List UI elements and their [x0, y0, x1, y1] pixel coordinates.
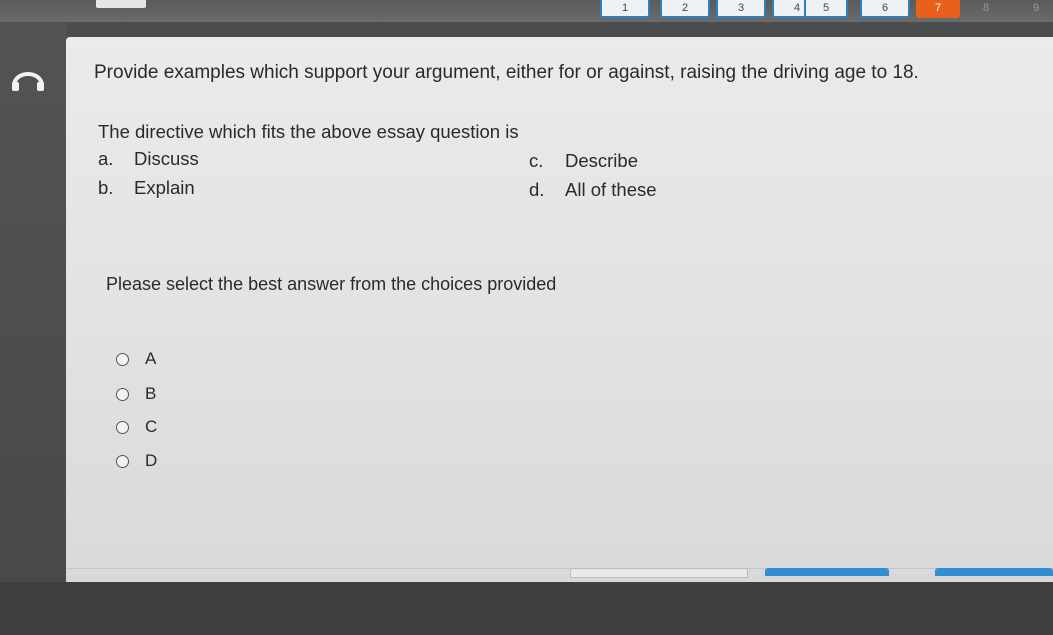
footer-button-next[interactable]	[935, 568, 1053, 576]
option-letter: a.	[98, 148, 114, 169]
option-letter: b.	[98, 177, 114, 198]
left-sidebar	[0, 22, 66, 582]
question-navigation-bar: 1 2 3 4 5 6 7 8 9	[0, 0, 1053, 22]
choice-label: A	[145, 349, 157, 368]
question-tab-9[interactable]: 9	[1018, 0, 1053, 18]
radio-button[interactable]	[116, 454, 129, 468]
option-text: All of these	[565, 179, 657, 200]
answer-choice-a[interactable]: A	[116, 348, 156, 370]
answer-choice-d[interactable]: D	[116, 450, 157, 472]
option-letter: c.	[529, 150, 544, 171]
essay-prompt: Provide examples which support your argu…	[94, 62, 919, 83]
question-tab-1[interactable]: 1	[600, 0, 650, 18]
question-tab-8[interactable]: 8	[966, 0, 1006, 18]
headphones-icon[interactable]	[8, 62, 48, 92]
radio-button[interactable]	[116, 352, 129, 366]
question-tab-6[interactable]: 6	[860, 0, 910, 18]
question-tab-3[interactable]: 3	[716, 0, 766, 18]
radio-button[interactable]	[116, 387, 129, 401]
option-text: Discuss	[134, 148, 199, 169]
radio-button[interactable]	[116, 420, 129, 434]
top-left-button[interactable]	[96, 0, 146, 8]
footer-button-secondary[interactable]	[570, 568, 748, 578]
answer-choice-b[interactable]: B	[116, 383, 156, 405]
question-tab-5[interactable]: 5	[804, 0, 848, 18]
choice-label: D	[145, 451, 158, 470]
choice-label: B	[145, 384, 157, 403]
option-letter: d.	[529, 179, 545, 200]
bottom-bar	[0, 582, 1053, 635]
choice-label: C	[145, 417, 158, 436]
answer-choice-c[interactable]: C	[116, 416, 157, 438]
footer-strip	[66, 568, 1053, 583]
footer-button-primary[interactable]	[765, 568, 889, 576]
question-tab-7[interactable]: 7	[916, 0, 960, 18]
option-a: a. Discuss	[98, 148, 199, 170]
directive-question: The directive which fits the above essay…	[98, 121, 519, 142]
answer-instruction: Please select the best answer from the c…	[106, 274, 557, 294]
option-c: c. Describe	[529, 150, 638, 172]
option-b: b. Explain	[98, 177, 195, 199]
option-text: Explain	[134, 177, 195, 198]
question-tab-2[interactable]: 2	[660, 0, 710, 18]
question-card: Provide examples which support your argu…	[66, 37, 1053, 570]
option-d: d. All of these	[529, 179, 657, 201]
option-text: Describe	[565, 150, 638, 171]
